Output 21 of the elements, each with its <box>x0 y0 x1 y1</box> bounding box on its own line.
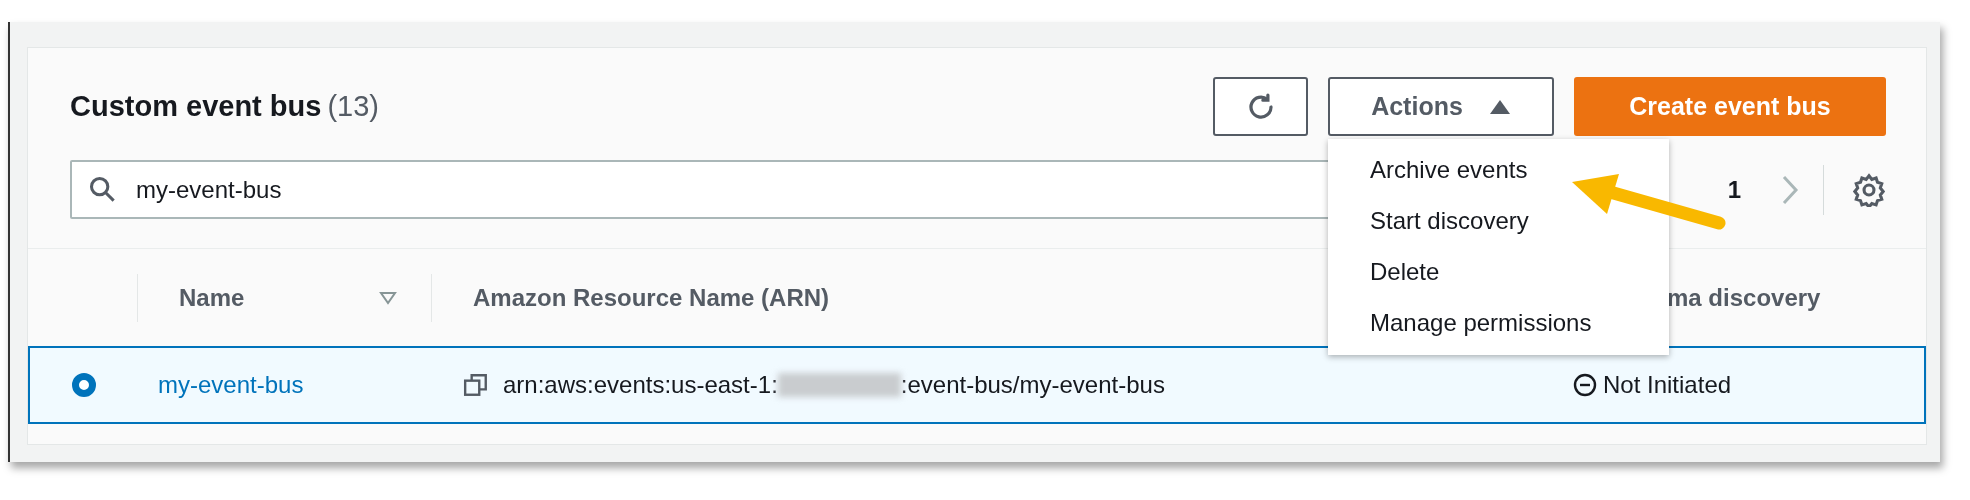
actions-button[interactable]: Actions <box>1328 77 1554 136</box>
settings-icon[interactable] <box>1852 172 1886 207</box>
arn-prefix: arn:aws:events:us-east-1: <box>503 371 778 399</box>
column-header: ma discovery <box>1667 283 1821 312</box>
page-number[interactable]: 1 <box>1727 175 1741 204</box>
column-header: Name <box>179 283 245 312</box>
table-row[interactable]: my-event-bus arn:aws:events:us-east-1: :event-bus/my-event-bus Not Initiated <box>28 346 1926 424</box>
sort-icon[interactable] <box>379 290 397 305</box>
arn-suffix: :event-bus/my-event-bus <box>900 371 1165 399</box>
column-header: Amazon Resource Name (ARN) <box>473 283 830 312</box>
status-text: Not Initiated <box>1603 371 1732 399</box>
menu-item[interactable]: Manage permissions <box>1328 298 1669 349</box>
refresh-button[interactable] <box>1213 77 1308 136</box>
radio-button[interactable] <box>72 373 96 397</box>
menu-item[interactable]: Delete <box>1328 247 1669 298</box>
minus-circle-icon <box>1573 373 1597 397</box>
panel-title: Custom event bus (13) <box>70 90 380 123</box>
bus-name-link[interactable]: my-event-bus <box>158 371 463 399</box>
copy-icon[interactable] <box>463 372 489 398</box>
caret-icon <box>1488 98 1511 115</box>
search-icon <box>88 175 116 203</box>
